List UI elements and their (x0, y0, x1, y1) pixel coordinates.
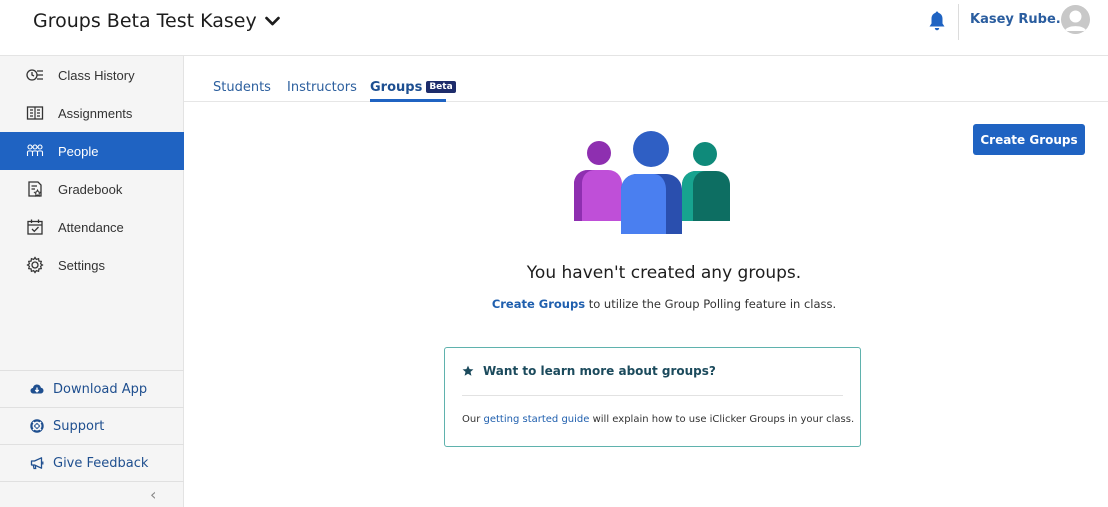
sidebar-item-class-history[interactable]: Class History (0, 56, 184, 94)
create-groups-button[interactable]: Create Groups (973, 124, 1085, 155)
sidebar-item-label: Class History (58, 67, 135, 83)
support-label: Support (53, 418, 105, 434)
learn-more-text: Our getting started guide will explain h… (462, 414, 854, 425)
groups-illustration (574, 131, 730, 234)
give-feedback-button[interactable]: Give Feedback (0, 444, 184, 481)
person-middle-body (621, 174, 666, 234)
lifebuoy-icon (30, 419, 44, 433)
learn-more-title: Want to learn more about groups? (462, 364, 716, 378)
sidebar-item-label: Settings (58, 257, 105, 273)
tab-groups-label: Groups (370, 80, 423, 95)
header-divider (958, 4, 959, 40)
sidebar-item-label: People (58, 143, 99, 159)
empty-state-rest: to utilize the Group Polling feature in … (585, 297, 837, 311)
download-app-label: Download App (53, 381, 148, 397)
beta-badge: Beta (426, 81, 456, 93)
sidebar-item-people[interactable]: People (0, 132, 184, 170)
sidebar-item-settings[interactable]: Settings (0, 246, 184, 284)
settings-icon (26, 256, 44, 274)
person-left-head (587, 141, 611, 165)
info-text-before: Our (462, 414, 484, 425)
megaphone-icon (30, 456, 44, 470)
course-selector[interactable]: Groups Beta Test Kasey (33, 10, 281, 32)
getting-started-guide-link[interactable]: getting started guide (484, 414, 590, 425)
cloud-download-icon (30, 382, 44, 396)
collapse-sidebar-icon[interactable]: ‹ (150, 485, 156, 504)
empty-state-title: You haven't created any groups. (526, 263, 802, 283)
learn-more-title-text: Want to learn more about groups? (483, 364, 716, 378)
give-feedback-label: Give Feedback (53, 455, 149, 471)
people-icon (26, 142, 44, 160)
info-text-after: will explain how to use iClicker Groups … (589, 414, 855, 425)
course-title: Groups Beta Test Kasey (33, 10, 257, 32)
sidebar-item-attendance[interactable]: Attendance (0, 208, 184, 246)
sidebar-item-label: Gradebook (58, 181, 123, 197)
active-tab-underline (370, 99, 446, 102)
person-middle-head (633, 131, 669, 167)
top-header: Groups Beta Test Kasey Kasey Rube... (0, 0, 1108, 56)
chevron-down-icon (264, 16, 280, 25)
tab-students[interactable]: Students (213, 80, 271, 95)
user-avatar-icon (1061, 5, 1090, 34)
sidebar-item-assignments[interactable]: Assignments (0, 94, 184, 132)
class-history-icon (26, 66, 44, 84)
assignments-icon (26, 104, 44, 122)
support-button[interactable]: Support (0, 407, 184, 444)
user-name[interactable]: Kasey Rube... (970, 12, 1071, 27)
sidebar-item-label: Attendance (58, 219, 124, 235)
learn-more-box: Want to learn more about groups? Our get… (444, 347, 861, 447)
sidebar: Class History Assignments People Gradebo… (0, 56, 184, 507)
create-groups-link[interactable]: Create Groups (492, 297, 585, 311)
sidebar-divider (0, 481, 184, 482)
avatar[interactable] (1061, 5, 1090, 34)
attendance-icon (26, 218, 44, 236)
tab-groups[interactable]: Groups Beta (370, 80, 456, 95)
empty-state-subtitle: Create Groups to utilize the Group Polli… (384, 297, 944, 311)
people-tabs: Students Instructors Groups Beta (184, 56, 1108, 102)
person-right-head (693, 142, 717, 166)
sidebar-item-gradebook[interactable]: Gradebook (0, 170, 184, 208)
download-app-button[interactable]: Download App (0, 370, 184, 407)
star-icon (462, 365, 474, 376)
tab-instructors[interactable]: Instructors (287, 80, 357, 95)
notification-bell-icon[interactable] (928, 10, 946, 32)
info-divider (462, 395, 843, 396)
gradebook-icon (26, 180, 44, 198)
sidebar-item-label: Assignments (58, 105, 133, 121)
